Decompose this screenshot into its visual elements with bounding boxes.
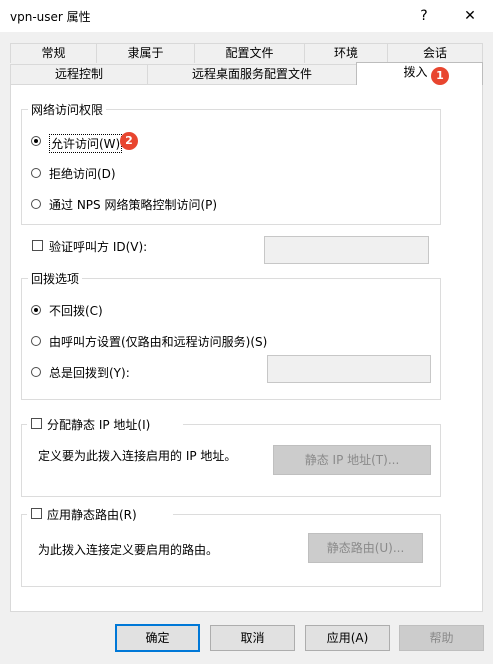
tab-profile[interactable]: 配置文件 xyxy=(194,43,305,63)
ok-button[interactable]: 确定 xyxy=(115,624,200,652)
cancel-button[interactable]: 取消 xyxy=(210,625,295,651)
annotation-badge-2: 2 xyxy=(120,132,138,150)
label-nps-policy[interactable]: 通过 NPS 网络策略控制访问(P) xyxy=(49,196,217,213)
callback-number-field[interactable] xyxy=(267,355,431,383)
static-routes-button[interactable]: 静态路由(U)... xyxy=(308,533,423,563)
verify-caller-id-label[interactable]: 验证呼叫方 ID(V): xyxy=(49,238,147,255)
tab-dial-in-label: 拨入 xyxy=(403,65,428,79)
tab-environment[interactable]: 环境 xyxy=(304,43,388,63)
tab-row-1: 常规 隶属于 配置文件 环境 会话 xyxy=(10,43,483,63)
close-button[interactable]: ✕ xyxy=(447,0,493,32)
close-icon: ✕ xyxy=(464,8,476,24)
static-ip-label[interactable]: 分配静态 IP 地址(I) xyxy=(47,416,150,433)
static-ip-button[interactable]: 静态 IP 地址(T)... xyxy=(273,445,431,475)
static-routes-header: 应用静态路由(R) xyxy=(27,505,173,523)
help-icon: ? xyxy=(420,8,428,24)
static-ip-checkbox[interactable] xyxy=(31,418,42,429)
static-routes-label[interactable]: 应用静态路由(R) xyxy=(47,506,137,523)
label-deny-access[interactable]: 拒绝访问(D) xyxy=(49,165,116,182)
help-button[interactable]: 帮助 xyxy=(399,625,484,651)
label-always-callback[interactable]: 总是回拨到(Y): xyxy=(49,364,130,381)
apply-button[interactable]: 应用(A) xyxy=(305,625,390,651)
tab-sessions[interactable]: 会话 xyxy=(387,43,483,63)
label-caller-set[interactable]: 由呼叫方设置(仅路由和远程访问服务)(S) xyxy=(49,333,267,350)
help-title-button[interactable]: ? xyxy=(401,0,447,32)
tab-dial-in[interactable]: 拨入 xyxy=(356,62,483,85)
radio-always-callback[interactable] xyxy=(31,367,41,377)
label-no-callback[interactable]: 不回拨(C) xyxy=(49,302,103,319)
tab-row-2: 远程控制 远程桌面服务配置文件 拨入 xyxy=(10,62,483,85)
label-allow-access[interactable]: 允许访问(W) xyxy=(49,134,123,153)
radio-caller-set[interactable] xyxy=(31,336,41,346)
caller-id-field[interactable] xyxy=(264,236,429,264)
static-routes-checkbox[interactable] xyxy=(31,508,42,519)
window-title: vpn-user 属性 xyxy=(10,10,91,24)
radio-deny-access[interactable] xyxy=(31,168,41,178)
static-ip-header: 分配静态 IP 地址(I) xyxy=(27,415,183,433)
tab-member-of[interactable]: 隶属于 xyxy=(96,43,195,63)
callback-legend: 回拨选项 xyxy=(28,270,83,287)
tab-general[interactable]: 常规 xyxy=(10,43,97,63)
radio-nps-policy[interactable] xyxy=(31,199,41,209)
verify-caller-id-checkbox[interactable] xyxy=(32,240,43,251)
static-routes-desc: 为此拨入连接定义要启用的路由。 xyxy=(38,543,219,557)
network-access-legend: 网络访问权限 xyxy=(28,101,107,118)
tab-remote-control[interactable]: 远程控制 xyxy=(10,64,148,84)
static-ip-desc: 定义要为此拨入连接启用的 IP 地址。 xyxy=(38,449,237,463)
radio-no-callback[interactable] xyxy=(31,305,41,315)
radio-allow-access[interactable] xyxy=(31,136,41,146)
tab-rds-profile[interactable]: 远程桌面服务配置文件 xyxy=(147,64,357,84)
annotation-badge-1: 1 xyxy=(431,67,449,85)
title-bar: vpn-user 属性 ? ✕ xyxy=(0,0,493,32)
